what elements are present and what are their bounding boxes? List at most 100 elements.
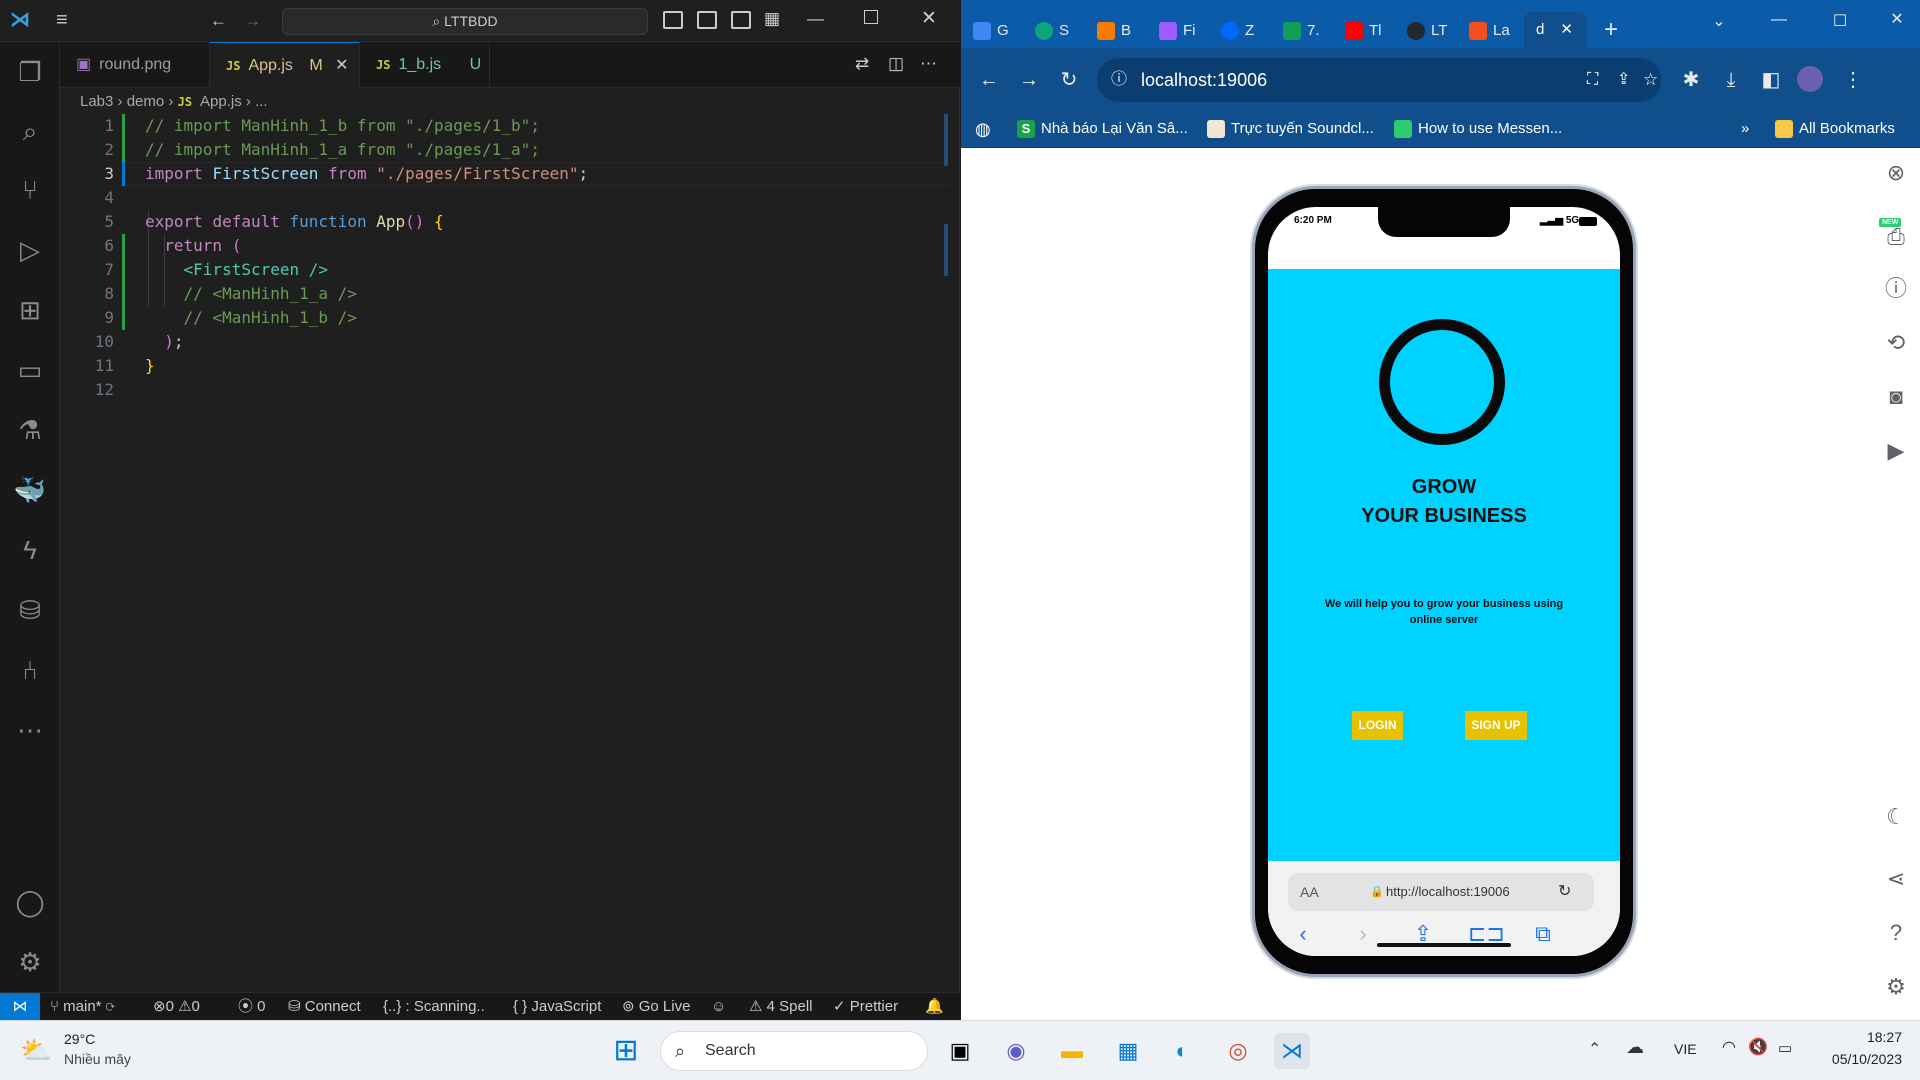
extensions-icon[interactable]: ⊞ — [10, 290, 50, 330]
device-toggle-icon[interactable]: ⎙ — [1883, 224, 1909, 250]
browser-tab[interactable]: Fi — [1147, 14, 1209, 48]
more-actions-icon[interactable]: ⋯ — [920, 54, 937, 74]
minimize-icon[interactable]: — — [1765, 8, 1793, 32]
wifi-icon[interactable]: ◠ — [1722, 1037, 1736, 1057]
back-arrow-icon[interactable]: ← — [975, 68, 1003, 92]
browser-tab[interactable]: LT — [1395, 14, 1457, 48]
back-arrow-icon[interactable]: ← — [210, 11, 227, 31]
copilot-icon[interactable]: ☺ — [711, 993, 726, 1021]
task-view-icon[interactable]: ▣ — [942, 1033, 978, 1069]
bookmark-item[interactable]: How to use Messen... — [1394, 112, 1562, 146]
video-icon[interactable]: ▶ — [1883, 438, 1909, 464]
address-bar[interactable]: ⓘ localhost:19006 ⛶ ⇪ ☆ — [1097, 58, 1661, 102]
ports-status[interactable]: ⦿ 0 — [238, 993, 266, 1021]
tab-close-icon[interactable]: ✕ — [1560, 21, 1573, 38]
scrollbar-marker[interactable] — [944, 224, 948, 276]
breadcrumb-item[interactable]: ... — [255, 93, 268, 110]
browser-tab[interactable]: Z — [1209, 14, 1271, 48]
forward-arrow-icon[interactable]: → — [244, 11, 261, 31]
minimize-icon[interactable]: — — [807, 9, 824, 29]
bookmark-item[interactable]: S Nhà báo Lại Văn Sâ... — [1017, 112, 1188, 146]
close-circle-icon[interactable]: ⊗ — [1883, 160, 1909, 186]
forward-arrow-icon[interactable]: → — [1015, 68, 1043, 92]
branch-status[interactable]: ⑂ main* ⟳ — [50, 993, 115, 1021]
notifications-bell-icon[interactable]: 🔔 — [925, 993, 944, 1021]
login-button[interactable]: LOGIN — [1352, 711, 1403, 740]
edge-icon[interactable]: ◐ — [1164, 1033, 1200, 1069]
search-icon[interactable]: ⌕ — [10, 111, 50, 151]
bookmark-star-icon[interactable]: ☆ — [1643, 58, 1658, 102]
info-icon[interactable]: ⓘ — [1883, 276, 1909, 302]
breadcrumb-item[interactable]: demo — [127, 93, 165, 110]
browser-tab[interactable]: S — [1023, 14, 1085, 48]
compare-changes-icon[interactable]: ⇄ — [855, 54, 869, 74]
share-icon[interactable]: ⋖ — [1883, 866, 1909, 892]
share-icon[interactable]: ⇪ — [1617, 58, 1630, 102]
tab-round-png[interactable]: ▣ round.png — [60, 42, 210, 88]
microsoft-store-icon[interactable]: ▦ — [1110, 1033, 1146, 1069]
pull-requests-icon[interactable]: ⑃ — [10, 650, 50, 690]
docker-icon[interactable]: 🐳 — [10, 470, 50, 510]
remote-explorer-icon[interactable]: ▭ — [10, 350, 50, 390]
site-info-icon[interactable]: ⓘ — [1111, 58, 1127, 102]
split-editor-icon[interactable]: ◫ — [888, 54, 904, 74]
camera-icon[interactable]: ◙ — [1883, 384, 1909, 410]
battery-icon[interactable]: ▭ — [1778, 1039, 1792, 1057]
all-bookmarks[interactable]: All Bookmarks — [1775, 112, 1895, 146]
customize-layout-icon[interactable]: ▦ — [764, 9, 780, 29]
translate-icon[interactable]: ⛶ — [1587, 58, 1598, 102]
apps-icon[interactable]: ◍ — [975, 112, 991, 146]
show-hidden-icons-chevron-icon[interactable]: ⌃ — [1588, 1039, 1601, 1059]
problems-status[interactable]: ⊗0 ⚠0 — [153, 993, 200, 1021]
maximize-icon[interactable]: ☐ — [1826, 10, 1854, 34]
vscode-taskbar-icon[interactable]: ⋊ — [1274, 1033, 1310, 1069]
side-panel-icon[interactable]: ◧ — [1757, 68, 1785, 92]
toggle-secondary-sidebar-icon[interactable] — [731, 11, 751, 29]
manage-gear-icon[interactable]: ⚙ — [10, 942, 50, 982]
breadcrumb-item[interactable]: App.js — [200, 93, 242, 110]
file-explorer-icon[interactable]: ▬ — [1054, 1033, 1090, 1069]
windows-start-icon[interactable]: ⊞ — [608, 1033, 644, 1069]
menu-icon[interactable]: ≡ — [56, 10, 68, 30]
reload-icon[interactable]: ↻ — [1055, 68, 1083, 92]
thunder-client-icon[interactable]: ϟ — [10, 530, 50, 570]
new-tab-icon[interactable]: + — [1597, 18, 1625, 42]
signup-button[interactable]: SIGN UP — [1465, 711, 1527, 740]
safari-forward-icon[interactable]: › — [1348, 921, 1378, 947]
explorer-icon[interactable]: ❐ — [10, 52, 50, 92]
go-live-button[interactable]: ⊚ Go Live — [622, 993, 690, 1021]
testing-icon[interactable]: ⚗ — [10, 410, 50, 450]
extensions-puzzle-icon[interactable]: ✱ — [1677, 68, 1705, 92]
language-mode[interactable]: { } JavaScript — [513, 993, 601, 1021]
dark-mode-icon[interactable]: ☾ — [1883, 804, 1909, 830]
run-debug-icon[interactable]: ▷ — [10, 230, 50, 270]
clock-date[interactable]: 05/10/2023 — [1822, 1051, 1902, 1067]
toggle-panel-icon[interactable] — [697, 11, 717, 29]
input-language[interactable]: VIE — [1674, 1041, 1697, 1057]
settings-gear-icon[interactable]: ⚙ — [1883, 974, 1909, 1000]
browser-tab[interactable]: B — [1085, 14, 1147, 48]
breadcrumb-item[interactable]: Lab3 — [80, 93, 113, 110]
scanning-status[interactable]: {..} : Scanning.. — [383, 993, 485, 1021]
database-icon[interactable]: ⛁ — [10, 590, 50, 630]
browser-tab[interactable]: Tl — [1333, 14, 1395, 48]
more-icon[interactable]: ⋯ — [10, 710, 50, 750]
tab-1-b-js[interactable]: JS 1_b.js U — [360, 42, 490, 88]
safari-tabs-icon[interactable]: ⧉ — [1528, 921, 1558, 947]
scrollbar-marker[interactable] — [944, 114, 948, 166]
tab-app-js[interactable]: JS App.js M ✕ — [210, 42, 360, 88]
tab-close-icon[interactable]: ✕ — [335, 57, 348, 74]
more-bookmarks-chevron-icon[interactable]: » — [1741, 112, 1749, 146]
tab-search-icon[interactable]: ⌄ — [1705, 10, 1733, 34]
accounts-icon[interactable]: ◯ — [10, 882, 50, 922]
profile-avatar[interactable] — [1797, 66, 1823, 92]
close-icon[interactable]: ✕ — [921, 9, 937, 29]
onedrive-cloud-icon[interactable]: ☁ — [1626, 1037, 1644, 1058]
download-icon[interactable]: ⤓ — [1717, 68, 1745, 92]
prettier-status[interactable]: ✓ Prettier — [833, 993, 898, 1021]
text-size-button[interactable]: AA — [1300, 873, 1319, 911]
source-control-icon[interactable]: ⑂ — [10, 170, 50, 210]
kebab-menu-icon[interactable]: ⋮ — [1839, 68, 1867, 92]
speaker-muted-icon[interactable]: 🔇 — [1748, 1037, 1768, 1057]
active-browser-tab[interactable]: d ✕ — [1524, 12, 1586, 48]
